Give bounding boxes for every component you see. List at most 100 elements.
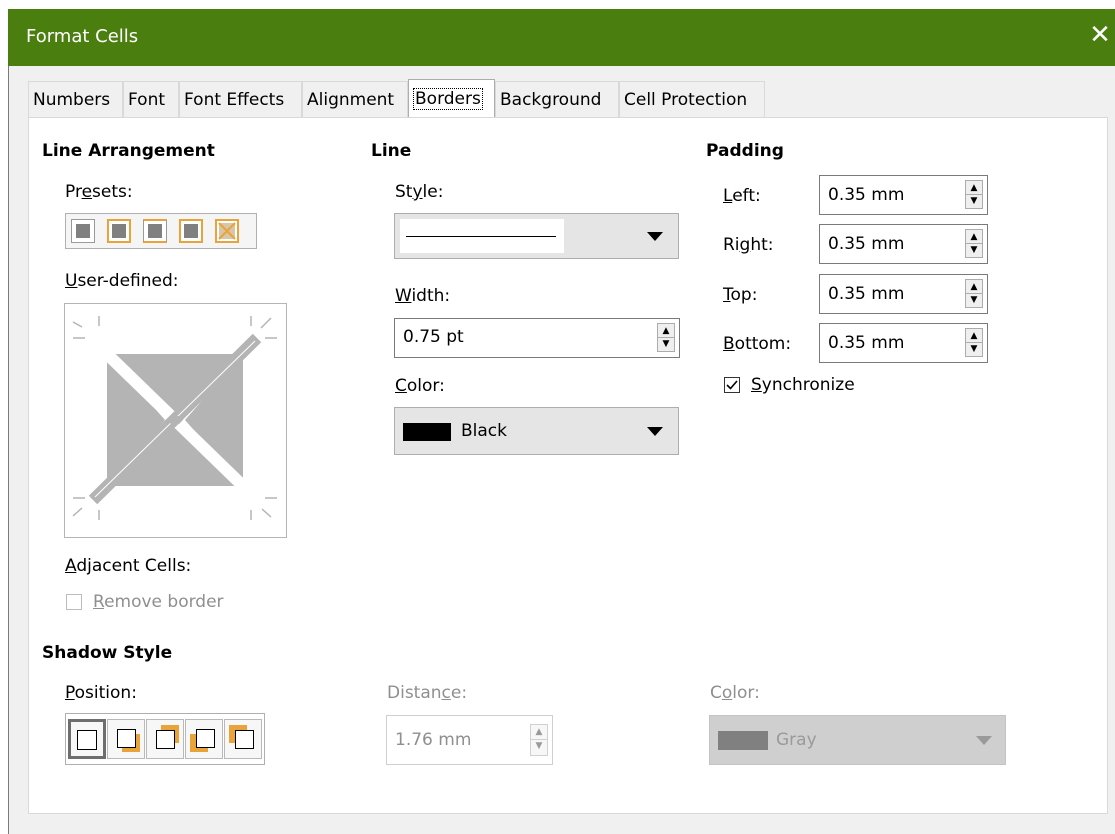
- tab-font[interactable]: Font: [123, 81, 179, 117]
- width-value: 0.75 pt: [403, 327, 464, 347]
- spin-down-icon[interactable]: ▼: [966, 195, 982, 208]
- spin-down-icon[interactable]: ▼: [966, 294, 982, 307]
- tab-font-effects[interactable]: Font Effects: [179, 81, 302, 117]
- shadow-top-left-icon[interactable]: [224, 719, 262, 759]
- width-label: Width:: [395, 286, 450, 306]
- padding-bottom-spin-buttons[interactable]: ▲ ▼: [965, 328, 983, 357]
- preset-diagonal-icon[interactable]: [215, 219, 239, 243]
- padding-right-spinbox[interactable]: 0.35 mm ▲ ▼: [819, 224, 988, 264]
- line-heading: Line: [371, 141, 412, 161]
- padding-heading: Padding: [706, 141, 784, 161]
- accelerator-key: R: [93, 592, 105, 612]
- padding-bottom-spinbox[interactable]: 0.35 mm ▲ ▼: [819, 323, 988, 363]
- padding-left-value: 0.35 mm: [828, 185, 905, 205]
- tab-cell-protection[interactable]: Cell Protection: [619, 81, 765, 117]
- line-color-value: Black: [461, 421, 507, 441]
- tab-label: Cell Protection: [624, 90, 748, 110]
- label-part: ynchronize: [761, 375, 855, 395]
- spin-up-icon[interactable]: ▲: [966, 230, 982, 244]
- spin-up-icon[interactable]: ▲: [966, 280, 982, 294]
- label-part: St: [395, 182, 413, 202]
- preset-outer-inner-icon[interactable]: [179, 219, 203, 243]
- spin-down-icon[interactable]: ▼: [966, 343, 982, 356]
- preset-outer-border-icon[interactable]: [107, 219, 131, 243]
- user-defined-border-editor[interactable]: [64, 303, 287, 538]
- shadow-position-strip: [65, 713, 265, 765]
- tab-borders[interactable]: Borders: [408, 79, 495, 117]
- label-part: djacent Cells:: [76, 556, 192, 576]
- tab-label: Font Effects: [184, 90, 285, 110]
- label-part: eft:: [732, 186, 761, 206]
- border-diagram-icon: [72, 316, 277, 520]
- remove-border-checkbox[interactable]: [66, 594, 82, 610]
- position-label: Position:: [65, 683, 137, 703]
- spin-up-icon[interactable]: ▲: [966, 329, 982, 343]
- padding-left-spinbox[interactable]: 0.35 mm ▲ ▼: [819, 175, 988, 215]
- spin-down-icon[interactable]: ▼: [531, 740, 547, 753]
- accelerator-key: y: [412, 182, 423, 202]
- close-icon[interactable]: ✕: [1085, 21, 1115, 51]
- presets-label: Presets:: [65, 182, 133, 202]
- spin-up-icon[interactable]: ▲: [658, 324, 674, 338]
- label-part: ottom:: [734, 334, 792, 354]
- user-defined-label: User-defined:: [65, 271, 179, 291]
- padding-bottom-label: Bottom:: [723, 334, 791, 354]
- spin-up-icon[interactable]: ▲: [966, 181, 982, 195]
- remove-border-label: Remove border: [93, 592, 224, 612]
- presets-strip: [65, 213, 257, 249]
- padding-top-spin-buttons[interactable]: ▲ ▼: [965, 279, 983, 308]
- shadow-none-icon[interactable]: [68, 719, 106, 759]
- label-part: le:: [422, 182, 444, 202]
- label-part: Ri: [723, 235, 740, 255]
- label-part: Distan: [387, 683, 442, 703]
- accelerator-key: T: [723, 285, 731, 305]
- color-swatch: [403, 423, 451, 441]
- distance-value: 1.76 mm: [395, 730, 472, 750]
- tab-background[interactable]: Background: [495, 81, 619, 117]
- padding-top-value: 0.35 mm: [828, 284, 905, 304]
- padding-top-spinbox[interactable]: 0.35 mm ▲ ▼: [819, 274, 988, 314]
- label-part: ser-defined:: [77, 271, 179, 291]
- shadow-style-heading: Shadow Style: [42, 643, 173, 663]
- line-color-dropdown[interactable]: Black: [394, 407, 679, 455]
- label-part: osition:: [74, 683, 137, 703]
- spin-up-icon[interactable]: ▲: [531, 725, 547, 740]
- shadow-color-dropdown[interactable]: Gray: [709, 715, 1006, 765]
- padding-right-spin-buttons[interactable]: ▲ ▼: [965, 229, 983, 258]
- accelerator-key: e: [81, 182, 93, 202]
- width-spin-buttons[interactable]: ▲ ▼: [657, 323, 675, 352]
- accelerator-key: S: [751, 375, 762, 395]
- label-part: op:: [730, 285, 758, 305]
- label-part: C: [710, 683, 722, 703]
- padding-right-value: 0.35 mm: [828, 234, 905, 254]
- synchronize-checkbox[interactable]: [724, 377, 740, 393]
- label-part: idth:: [411, 286, 451, 306]
- accelerator-key: A: [65, 556, 77, 576]
- label-part: sets:: [92, 182, 133, 202]
- label-part: emove border: [104, 592, 224, 612]
- spin-down-icon[interactable]: ▼: [966, 244, 982, 257]
- line-color-label: Color:: [395, 376, 445, 396]
- chevron-down-icon: [976, 736, 992, 745]
- accelerator-key: L: [723, 186, 733, 206]
- spin-down-icon[interactable]: ▼: [658, 338, 674, 351]
- tab-label: Font: [128, 90, 166, 110]
- accelerator-key: o: [721, 683, 733, 703]
- shadow-bottom-right-icon[interactable]: [107, 719, 145, 759]
- tab-numbers[interactable]: Numbers: [28, 81, 123, 117]
- tab-label: Alignment: [307, 90, 395, 110]
- shadow-bottom-left-icon[interactable]: [185, 719, 223, 759]
- padding-bottom-value: 0.35 mm: [828, 333, 905, 353]
- preset-none-icon[interactable]: [71, 219, 95, 243]
- accelerator-key: P: [65, 683, 75, 703]
- line-style-dropdown[interactable]: [394, 213, 679, 259]
- distance-spinbox[interactable]: 1.76 mm ▲ ▼: [386, 715, 553, 765]
- preset-top-bottom-icon[interactable]: [143, 219, 167, 243]
- distance-spin-buttons[interactable]: ▲ ▼: [530, 724, 548, 756]
- width-spinbox[interactable]: 0.75 pt ▲ ▼: [394, 318, 680, 358]
- shadow-top-right-icon[interactable]: [146, 719, 184, 759]
- tab-alignment[interactable]: Alignment: [302, 81, 408, 117]
- checkmark-icon: [726, 380, 738, 390]
- padding-left-spin-buttons[interactable]: ▲ ▼: [965, 180, 983, 209]
- label-part: lor:: [732, 683, 760, 703]
